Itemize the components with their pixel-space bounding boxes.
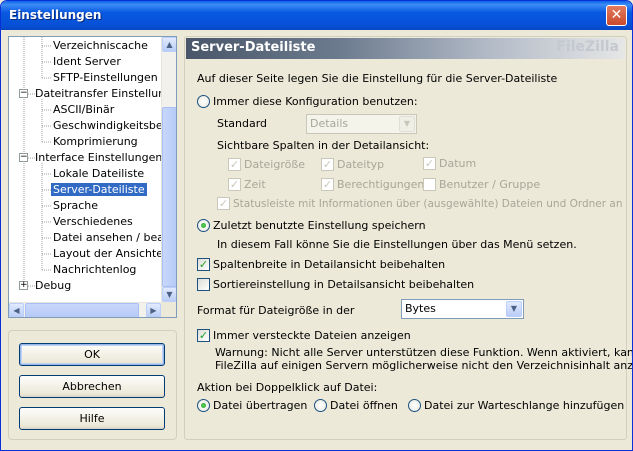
checkbox-col-perms[interactable]: ✓: [321, 178, 334, 191]
collapse-icon[interactable]: −: [19, 89, 28, 98]
close-icon: ✕: [610, 7, 623, 23]
tree-item-dateitransfer[interactable]: Dateitransfer Einstellungen: [33, 86, 176, 102]
radio-always-config[interactable]: [197, 95, 210, 108]
tree-item-sftp[interactable]: SFTP-Einstellungen: [51, 70, 160, 86]
ok-button[interactable]: OK: [19, 343, 165, 366]
tree-vertical-scrollbar[interactable]: ▲ ▼: [161, 37, 176, 302]
radio-last-setting-label[interactable]: Zuletzt benutzte Einstellung speichern: [213, 219, 426, 233]
checkbox-show-hidden-label[interactable]: Immer versteckte Dateien anzeigen: [213, 329, 411, 343]
standard-label: Standard: [217, 117, 268, 130]
tree-item-lokale-dateiliste[interactable]: Lokale Dateiliste: [51, 166, 146, 182]
hidden-files-warning-line1: Warnung: Nicht alle Server unterstützen …: [215, 346, 633, 359]
radio-dbl-open-label[interactable]: Datei öffnen: [330, 399, 398, 413]
checkbox-col-time[interactable]: ✓: [228, 178, 241, 191]
checkbox-col-type-label[interactable]: Dateityp: [337, 158, 384, 172]
settings-tree[interactable]: Verzeichniscache Ident Server SFTP-Einst…: [8, 36, 177, 318]
size-format-label: Format für Dateigröße in der: [197, 304, 355, 317]
scroll-left-icon[interactable]: ◀: [9, 303, 24, 317]
last-setting-note: In diesem Fall könne Sie die Einstellung…: [217, 238, 577, 251]
scrollbar-thumb[interactable]: [162, 107, 176, 287]
standard-view-select[interactable]: Details ▼: [306, 114, 417, 134]
checkbox-keep-column-width-label[interactable]: Spaltenbreite in Detailansicht beibehalt…: [213, 258, 445, 272]
hidden-files-warning-line2: FileZilla auf einigen Servern möglicherw…: [215, 359, 633, 372]
help-button[interactable]: Hilfe: [19, 407, 165, 430]
tree-item-verzeichniscache[interactable]: Verzeichniscache: [51, 38, 150, 54]
tree-item-interface[interactable]: Interface Einstellungen: [33, 150, 164, 166]
title-bar[interactable]: Einstellungen ✕: [1, 1, 632, 30]
page-title: Server-Dateiliste: [191, 40, 316, 55]
tree-item-server-dateiliste[interactable]: Server-Dateiliste: [51, 182, 147, 198]
checkbox-keep-column-width[interactable]: ✓: [197, 258, 210, 271]
checkbox-statusbar-label[interactable]: Statusleiste mit Informationen über (aus…: [233, 197, 623, 211]
size-format-select[interactable]: Bytes ▼: [401, 299, 524, 319]
chevron-down-icon: ▼: [399, 116, 415, 132]
expand-icon[interactable]: +: [19, 281, 28, 290]
radio-last-setting[interactable]: [197, 219, 210, 232]
radio-dbl-transfer[interactable]: [197, 399, 210, 412]
cancel-button[interactable]: Abbrechen: [19, 375, 165, 398]
checkbox-col-type[interactable]: ✓: [321, 158, 334, 171]
scrollbar-corner: [161, 302, 176, 317]
scrollbar-thumb[interactable]: [25, 303, 139, 317]
checkbox-keep-sort-label[interactable]: Sortiereinstellung in Detailsansicht bei…: [213, 278, 474, 292]
checkbox-col-date[interactable]: ✓: [423, 157, 436, 170]
checkbox-col-perms-label[interactable]: Berechtigungen: [337, 178, 424, 192]
checkbox-col-size-label[interactable]: Dateigröße: [244, 158, 305, 172]
scroll-up-icon[interactable]: ▲: [162, 37, 176, 52]
tree-item-komprimierung[interactable]: Komprimierung: [51, 134, 140, 150]
scroll-down-icon[interactable]: ▼: [162, 287, 176, 302]
tree-item-nachrichtenlog[interactable]: Nachrichtenlog: [51, 262, 138, 278]
settings-page-panel: Server-Dateiliste FileZilla Auf dieser S…: [184, 36, 632, 440]
checkbox-statusbar[interactable]: ✓: [217, 197, 230, 210]
radio-dbl-queue[interactable]: [408, 399, 421, 412]
tree-horizontal-scrollbar[interactable]: ◀ ▶: [9, 302, 161, 317]
checkbox-col-owner-label[interactable]: Benutzer / Gruppe: [439, 178, 540, 192]
panel-header: Server-Dateiliste FileZilla: [186, 38, 625, 59]
tree-item-ident-server[interactable]: Ident Server: [51, 54, 123, 70]
tree-item-ascii-binaer[interactable]: ASCII/Binär: [51, 102, 116, 118]
page-intro: Auf dieser Seite legen Sie die Einstellu…: [197, 72, 558, 85]
checkbox-col-owner[interactable]: [423, 178, 436, 191]
checkbox-keep-sort[interactable]: [197, 278, 210, 291]
checkbox-col-size[interactable]: ✓: [228, 158, 241, 171]
window-title: Einstellungen: [9, 8, 102, 22]
scroll-right-icon[interactable]: ▶: [146, 303, 161, 317]
dialog-button-group: OK Abbrechen Hilfe: [8, 330, 177, 440]
tree-item-geschwindigkeit[interactable]: Geschwindigkeitsbegrenzung: [51, 118, 176, 134]
radio-dbl-queue-label[interactable]: Datei zur Warteschlange hinzufügen: [424, 399, 624, 413]
collapse-icon[interactable]: −: [19, 153, 28, 162]
columns-label: Sichtbare Spalten in der Detailansicht:: [217, 139, 430, 152]
tree-item-sprache[interactable]: Sprache: [51, 198, 100, 214]
checkbox-col-time-label[interactable]: Zeit: [244, 178, 266, 192]
checkbox-col-date-label[interactable]: Datum: [439, 157, 476, 171]
checkbox-show-hidden[interactable]: ✓: [197, 329, 210, 342]
close-button[interactable]: ✕: [606, 5, 627, 26]
chevron-down-icon: ▼: [506, 301, 522, 317]
radio-dbl-transfer-label[interactable]: Datei übertragen: [213, 399, 307, 413]
radio-dbl-open[interactable]: [314, 399, 327, 412]
settings-dialog: Einstellungen ✕ Verzeichniscache Ident S…: [0, 0, 633, 451]
tree-item-verschiedenes[interactable]: Verschiedenes: [51, 214, 135, 230]
tree-item-debug[interactable]: Debug: [33, 278, 73, 294]
doubleclick-label: Aktion bei Doppelklick auf Datei:: [197, 381, 378, 394]
tree-item-datei-ansehen[interactable]: Datei ansehen / bearbeiten: [51, 230, 176, 246]
radio-always-config-label[interactable]: Immer diese Konfiguration benutzen:: [213, 95, 418, 109]
tree-item-layout[interactable]: Layout der Ansichten: [51, 246, 172, 262]
brand-logo-text: FileZilla: [556, 39, 619, 55]
